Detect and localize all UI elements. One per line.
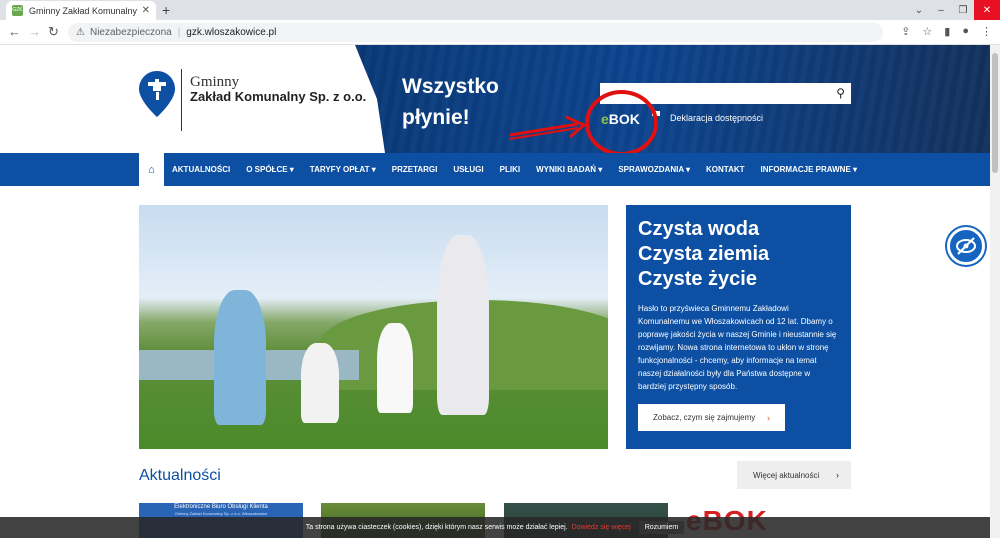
slogan: Wszystko płynie! bbox=[402, 75, 499, 129]
logo-divider bbox=[181, 69, 182, 131]
chevron-right-icon: › bbox=[836, 470, 839, 480]
minimize-button[interactable]: – bbox=[930, 0, 952, 20]
warning-icon[interactable]: ⚠ bbox=[76, 27, 85, 38]
close-window-button[interactable]: ✕ bbox=[974, 0, 1000, 20]
chevron-right-icon: › bbox=[767, 412, 770, 423]
news-section-title: Aktualności bbox=[139, 467, 221, 484]
page-scrollbar[interactable] bbox=[990, 45, 1000, 538]
photo-person-father bbox=[214, 290, 266, 425]
hero-more-button[interactable]: Zobacz, czym się zajmujemy › bbox=[638, 404, 785, 431]
cookie-text: Ta strona używa ciasteczek (cookies), dz… bbox=[305, 524, 568, 531]
photo-person-child-2 bbox=[377, 323, 413, 413]
share-icon[interactable]: ⇪ bbox=[901, 25, 910, 38]
url-text[interactable]: gzk.wloszakowice.pl bbox=[186, 27, 276, 38]
omnibox-separator: | bbox=[177, 27, 181, 38]
back-button[interactable]: ← bbox=[8, 24, 21, 39]
maximize-button[interactable]: ❐ bbox=[952, 0, 974, 20]
profile-icon[interactable]: ● bbox=[962, 25, 969, 38]
browser-tab[interactable]: GZK Gminny Zakład Komunalny Włoszakowice… bbox=[6, 1, 156, 20]
reload-button[interactable]: ↻ bbox=[48, 24, 59, 40]
cookie-accept-button[interactable]: Rozumiem bbox=[638, 521, 685, 534]
address-bar: ← → ↻ ⚠ Niezabezpieczona | gzk.wloszakow… bbox=[0, 20, 1000, 45]
browser-tabbar: GZK Gminny Zakład Komunalny Włoszakowice… bbox=[0, 0, 1000, 20]
hero-family-photo bbox=[139, 205, 608, 449]
hero-heading-3: Czyste życie bbox=[638, 268, 757, 290]
home-icon[interactable]: ⌂ bbox=[139, 153, 164, 186]
water-drop-logo-icon[interactable] bbox=[139, 71, 175, 117]
main-menu: ⌂ AKTUALNOŚCI O SPÓŁCE ▾ TARYFY OPŁAT ▾ PRZ… bbox=[0, 153, 990, 186]
accessibility-declaration-link[interactable]: Deklaracja dostępności bbox=[670, 113, 763, 123]
new-tab-button[interactable]: + bbox=[162, 2, 170, 18]
more-news-button[interactable]: Więcej aktualności › bbox=[737, 461, 851, 489]
menu-item[interactable]: PRZETARGI bbox=[384, 165, 446, 174]
menu-item[interactable]: KONTAKT bbox=[698, 165, 753, 174]
url-field[interactable]: ⚠ Niezabezpieczona | gzk.wloszakowice.pl bbox=[68, 23, 883, 42]
menu-item[interactable]: PLIKI bbox=[492, 165, 528, 174]
cookie-more-link[interactable]: Dowiedz się więcej bbox=[572, 524, 631, 531]
hero-heading-1: Czysta woda bbox=[638, 218, 760, 240]
menu-item[interactable]: WYNIKI BADAŃ ▾ bbox=[528, 165, 610, 174]
close-tab-icon[interactable]: ✕ bbox=[142, 5, 150, 16]
menu-item[interactable]: USŁUGI bbox=[445, 165, 491, 174]
sidebar-icon[interactable]: ▮ bbox=[944, 25, 950, 38]
menu-item[interactable]: SPRAWOZDANIA ▾ bbox=[610, 165, 698, 174]
menu-item[interactable]: INFORMACJE PRAWNE ▾ bbox=[753, 165, 865, 174]
scrollbar-thumb[interactable] bbox=[992, 53, 998, 173]
menu-item[interactable]: O SPÓŁCE ▾ bbox=[238, 165, 302, 174]
annotation-arrow-icon bbox=[509, 115, 587, 140]
security-label[interactable]: Niezabezpieczona bbox=[90, 27, 172, 38]
favicon-icon: GZK bbox=[12, 5, 23, 16]
page-viewport: Gminny Zakład Komunalny Sp. z o.o. Wszys… bbox=[0, 45, 990, 538]
menu-item[interactable]: TARYFY OPŁAT ▾ bbox=[302, 165, 384, 174]
eye-slash-icon bbox=[956, 237, 976, 255]
site-header: Gminny Zakład Komunalny Sp. z o.o. Wszys… bbox=[0, 45, 990, 156]
annotation-circle bbox=[585, 90, 658, 156]
window-controls: ⌄ – ❐ ✕ bbox=[908, 0, 1000, 20]
hero-heading-2: Czysta ziemia bbox=[638, 243, 770, 265]
menu-items: AKTUALNOŚCI O SPÓŁCE ▾ TARYFY OPŁAT ▾ PRZET… bbox=[164, 153, 865, 186]
search-icon[interactable]: ⚲ bbox=[836, 86, 845, 100]
accessibility-widget-button[interactable] bbox=[947, 227, 985, 265]
bookmark-star-icon[interactable]: ☆ bbox=[922, 25, 932, 38]
forward-button[interactable]: → bbox=[28, 24, 41, 39]
photo-person-mother bbox=[437, 235, 489, 415]
tab-title: Gminny Zakład Komunalny Włoszakowice bbox=[29, 5, 138, 16]
menu-item[interactable]: AKTUALNOŚCI bbox=[164, 165, 238, 174]
toolbar-icons: ⇪ ☆ ▮ ● ⋮ bbox=[901, 25, 992, 38]
chevron-down-icon[interactable]: ⌄ bbox=[908, 0, 930, 20]
cookie-banner: Ta strona używa ciasteczek (cookies), dz… bbox=[0, 517, 990, 538]
hero-text: Hasło to przyświeca Gminnemu Zakładowi K… bbox=[638, 304, 837, 391]
photo-person-child-1 bbox=[301, 343, 339, 423]
menu-dots-icon[interactable]: ⋮ bbox=[981, 25, 992, 38]
logo-text-line2[interactable]: Zakład Komunalny Sp. z o.o. bbox=[190, 89, 366, 104]
hero-card: Czysta woda Czysta ziemia Czyste życie H… bbox=[626, 205, 851, 449]
